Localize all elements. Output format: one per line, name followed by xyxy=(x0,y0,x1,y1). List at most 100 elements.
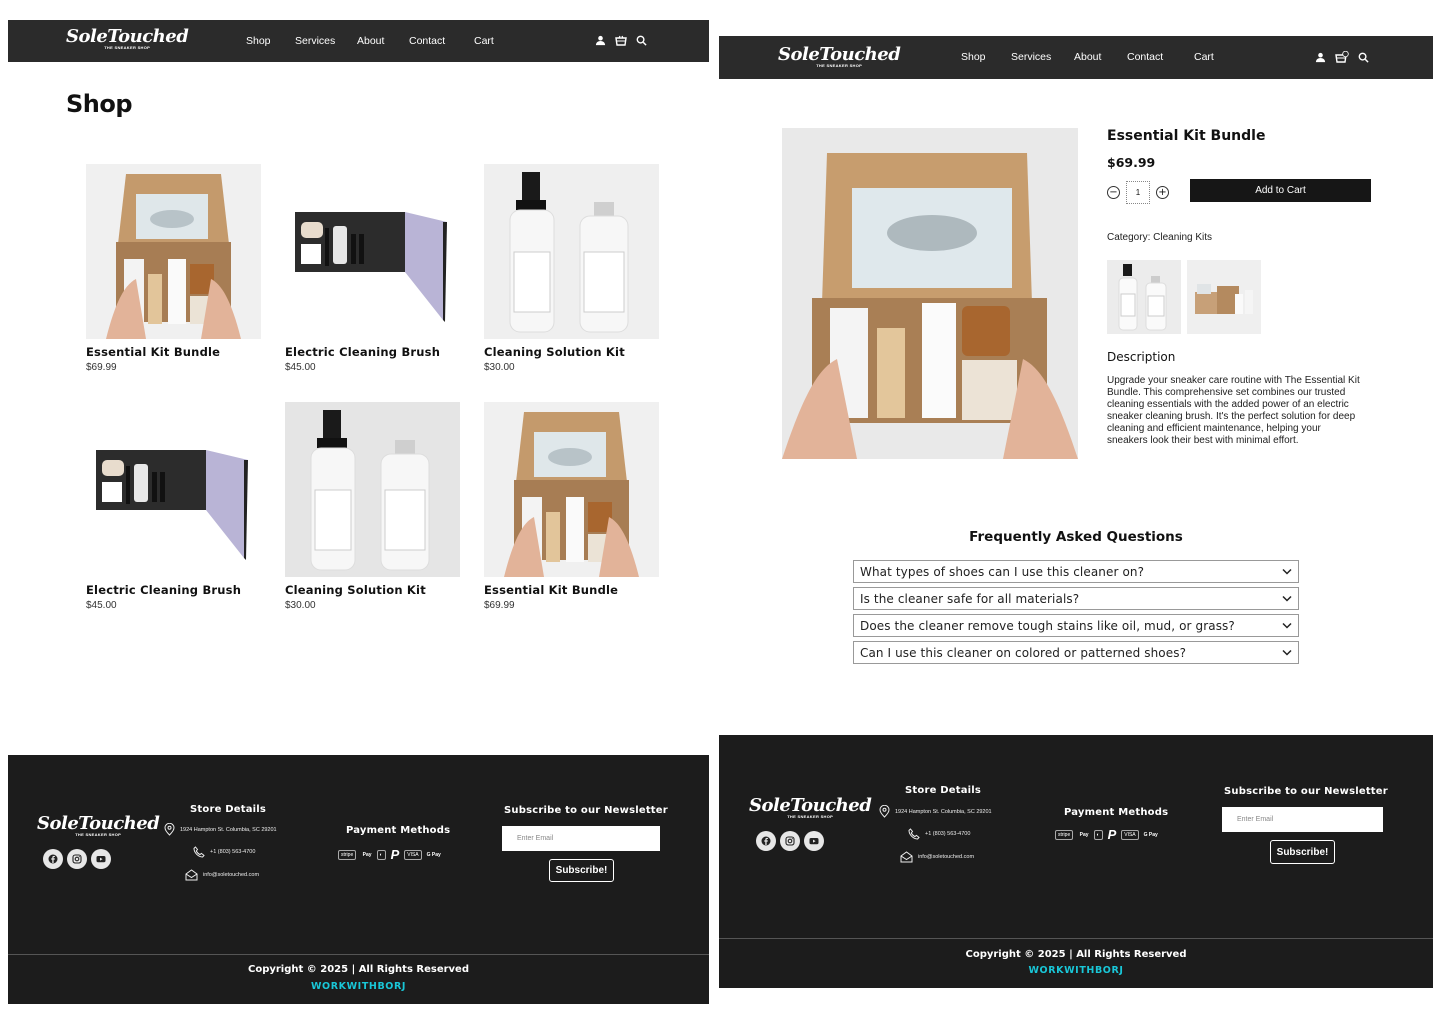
shop-page: SoleTouched THE SNEAKER SHOP Shop Servic… xyxy=(8,20,709,1004)
product-page: SoleTouched THE SNEAKER SHOP Shop Servic… xyxy=(719,36,1433,988)
product-image[interactable] xyxy=(285,402,460,577)
nav-services[interactable]: Services xyxy=(1011,51,1074,63)
product-image[interactable] xyxy=(484,402,659,577)
store-address: 1924 Hampton St. Columbia, SC 29201 xyxy=(164,823,277,836)
product-description: Upgrade your sneaker care routine with T… xyxy=(1107,375,1360,446)
product-name[interactable]: Essential Kit Bundle xyxy=(484,583,659,597)
newsletter-email-input[interactable]: Enter Email xyxy=(502,826,660,851)
instagram-icon[interactable] xyxy=(780,831,800,851)
map-pin-icon xyxy=(879,805,890,818)
site-footer: SoleTouched THE SNEAKER SHOP Store Detai… xyxy=(719,735,1433,988)
product-card[interactable]: Cleaning Solution Kit $30.00 xyxy=(484,164,659,373)
product-image[interactable] xyxy=(86,402,261,577)
minus-icon[interactable]: − xyxy=(1107,186,1120,199)
product-card[interactable]: Essential Kit Bundle $69.99 xyxy=(86,164,261,373)
product-image[interactable] xyxy=(484,164,659,339)
product-image[interactable] xyxy=(285,164,460,339)
product-image[interactable] xyxy=(86,164,261,339)
faq-item[interactable]: Is the cleaner safe for all materials? xyxy=(853,587,1299,610)
product-card[interactable]: Electric Cleaning Brush $45.00 xyxy=(285,164,460,373)
plus-icon[interactable]: + xyxy=(1156,186,1169,199)
logo-tagline: THE SNEAKER SHOP xyxy=(104,45,151,50)
footer-logo[interactable]: SoleTouched THE SNEAKER SHOP xyxy=(37,815,160,838)
payment-methods-title: Payment Methods xyxy=(1064,807,1169,818)
product-card[interactable]: Cleaning Solution Kit $30.00 xyxy=(285,402,460,611)
product-price: $69.99 xyxy=(86,362,117,373)
email-text[interactable]: info@soletouched.com xyxy=(203,872,259,878)
top-nav: SoleTouched THE SNEAKER SHOP Shop Servic… xyxy=(719,36,1433,79)
newsletter-title: Subscribe to our Newsletter xyxy=(504,805,668,816)
apple-pay-icon: Pay xyxy=(361,851,372,858)
user-icon[interactable] xyxy=(1315,52,1326,63)
product-card[interactable]: Electric Cleaning Brush $45.00 xyxy=(86,402,261,611)
chevron-down-icon[interactable] xyxy=(1282,622,1292,629)
cart-icon[interactable] xyxy=(1335,51,1349,63)
store-email[interactable]: info@soletouched.com xyxy=(900,851,974,863)
faq-item[interactable]: What types of shoes can I use this clean… xyxy=(853,560,1299,583)
facebook-icon[interactable] xyxy=(756,831,776,851)
phone-text[interactable]: +1 (803) 563-4700 xyxy=(210,849,255,855)
nav-about[interactable]: About xyxy=(1074,51,1127,63)
brand-logo[interactable]: SoleTouched THE SNEAKER SHOP xyxy=(778,46,901,69)
quantity-input[interactable]: 1 xyxy=(1126,181,1150,204)
facebook-icon[interactable] xyxy=(43,849,63,869)
quantity-stepper[interactable]: − 1 + xyxy=(1107,181,1169,204)
subscribe-button[interactable]: Subscribe! xyxy=(1270,840,1335,864)
footer-logo[interactable]: SoleTouched THE SNEAKER SHOP xyxy=(749,797,872,820)
chevron-down-icon[interactable] xyxy=(1282,649,1292,656)
faq-item[interactable]: Can I use this cleaner on colored or pat… xyxy=(853,641,1299,664)
store-phone[interactable]: +1 (803) 563-4700 xyxy=(193,846,255,858)
search-icon[interactable] xyxy=(1358,52,1369,63)
chevron-down-icon[interactable] xyxy=(1282,595,1292,602)
add-to-cart-button[interactable]: Add to Cart xyxy=(1190,179,1371,202)
chevron-down-icon[interactable] xyxy=(1282,568,1292,575)
instagram-icon[interactable] xyxy=(67,849,87,869)
cart-icon[interactable] xyxy=(615,35,627,46)
brand-logo[interactable]: SoleTouched THE SNEAKER SHOP xyxy=(66,28,189,51)
stripe-icon: stripe xyxy=(338,849,357,860)
store-address: 1924 Hampton St. Columbia, SC 29201 xyxy=(879,805,992,818)
nav-cart[interactable]: Cart xyxy=(1194,51,1214,63)
youtube-icon[interactable] xyxy=(804,831,824,851)
subscribe-button[interactable]: Subscribe! xyxy=(549,859,614,882)
product-price: $45.00 xyxy=(86,600,117,611)
mail-icon xyxy=(185,869,198,881)
nav-services[interactable]: Services xyxy=(295,35,357,47)
faq-item[interactable]: Does the cleaner remove tough stains lik… xyxy=(853,614,1299,637)
nav-contact[interactable]: Contact xyxy=(1127,51,1194,63)
youtube-icon[interactable] xyxy=(91,849,111,869)
paypal-icon: P xyxy=(390,847,400,862)
site-footer: SoleTouched THE SNEAKER SHOP Store Detai… xyxy=(8,755,709,1004)
phone-text[interactable]: +1 (803) 563-4700 xyxy=(925,831,970,837)
newsletter-email-input[interactable]: Enter Email xyxy=(1222,807,1383,832)
mastercard-icon: ◐ xyxy=(376,849,386,860)
store-phone[interactable]: +1 (803) 563-4700 xyxy=(908,828,970,840)
nav-cart[interactable]: Cart xyxy=(474,35,494,47)
product-thumbnail[interactable] xyxy=(1107,260,1181,334)
faq-question[interactable]: Can I use this cleaner on colored or pat… xyxy=(860,646,1186,660)
faq-question[interactable]: What types of shoes can I use this clean… xyxy=(860,565,1144,579)
nav-contact[interactable]: Contact xyxy=(409,35,474,47)
logo-tagline: THE SNEAKER SHOP xyxy=(75,832,122,837)
email-text[interactable]: info@soletouched.com xyxy=(918,854,974,860)
product-card[interactable]: Essential Kit Bundle $69.99 xyxy=(484,402,659,611)
product-name[interactable]: Essential Kit Bundle xyxy=(86,345,261,359)
nav-shop[interactable]: Shop xyxy=(961,51,1011,63)
product-name[interactable]: Electric Cleaning Brush xyxy=(86,583,261,597)
product-name[interactable]: Electric Cleaning Brush xyxy=(285,345,460,359)
product-name[interactable]: Cleaning Solution Kit xyxy=(484,345,659,359)
copyright: Copyright © 2025 | All Rights Reserved xyxy=(965,949,1187,960)
faq-question[interactable]: Does the cleaner remove tough stains lik… xyxy=(860,619,1235,633)
faq-question[interactable]: Is the cleaner safe for all materials? xyxy=(860,592,1079,606)
product-name[interactable]: Cleaning Solution Kit xyxy=(285,583,460,597)
credit-link[interactable]: WORKWITHBORJ xyxy=(8,981,709,992)
credit-link[interactable]: WORKWITHBORJ xyxy=(719,965,1433,976)
search-icon[interactable] xyxy=(636,35,647,46)
nav-shop[interactable]: Shop xyxy=(246,35,295,47)
store-email[interactable]: info@soletouched.com xyxy=(185,869,259,881)
payment-icons: stripe Pay ◐ P VISA G Pay xyxy=(1055,827,1158,842)
user-icon[interactable] xyxy=(595,35,606,46)
product-main-image[interactable] xyxy=(782,128,1078,459)
product-thumbnail[interactable] xyxy=(1187,260,1261,334)
nav-about[interactable]: About xyxy=(357,35,409,47)
